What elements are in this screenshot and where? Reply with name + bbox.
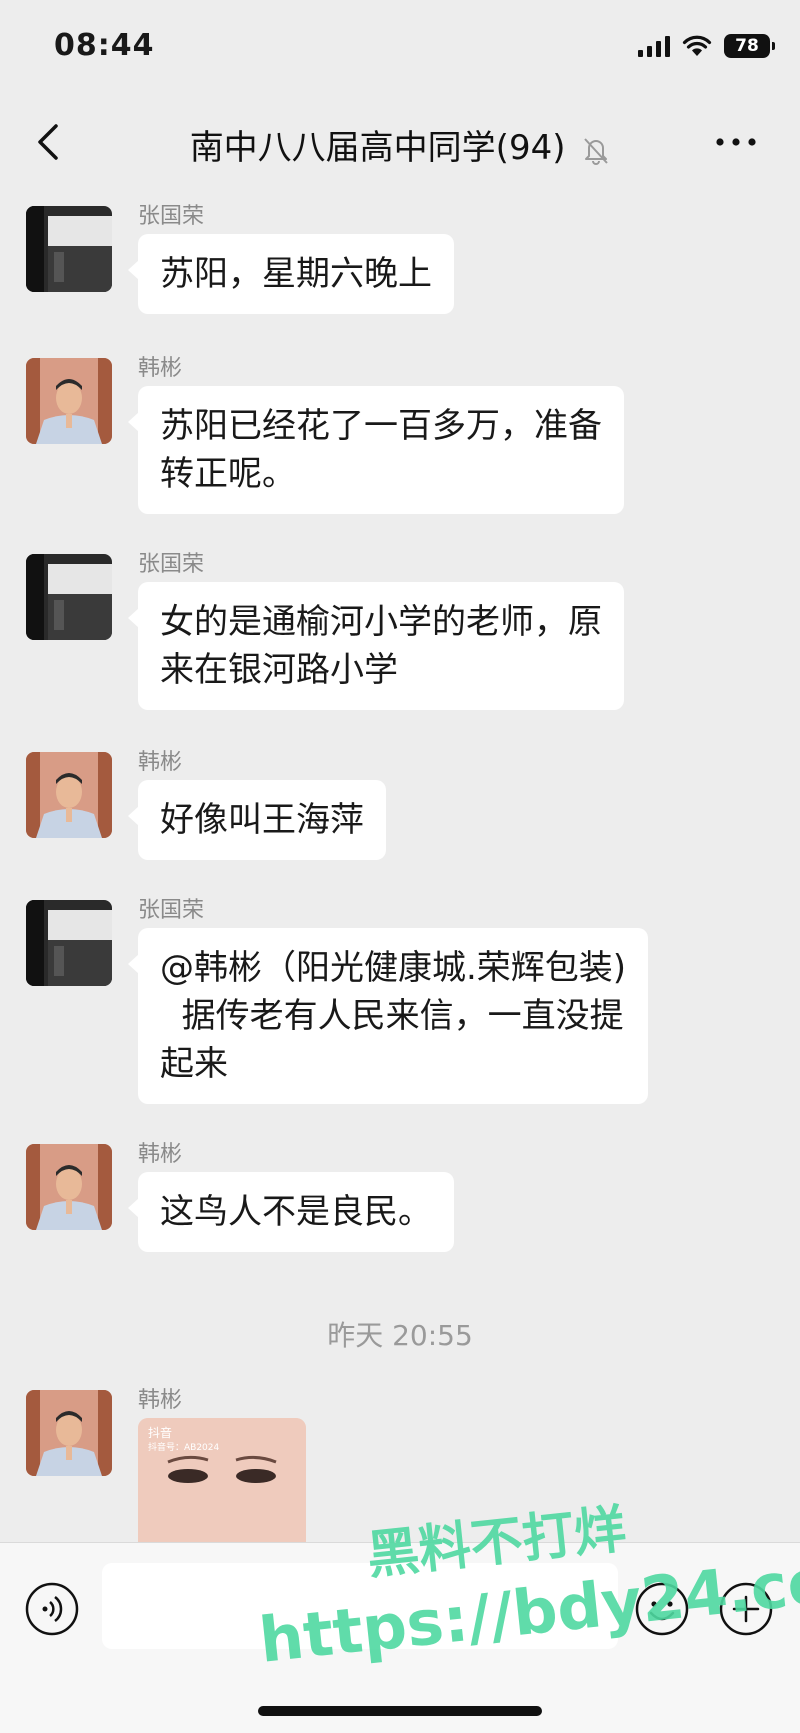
message-bubble[interactable]: 这鸟人不是良民。 <box>128 1172 454 1252</box>
status-icons: 78 <box>638 34 775 58</box>
voice-button[interactable] <box>24 1581 80 1637</box>
message-bubble[interactable]: 女的是通榆河小学的老师，原 来在银河路小学 <box>128 582 624 710</box>
sender-name: 韩彬 <box>138 750 183 775</box>
chat-area[interactable]: 张国荣 苏阳，星期六晚上 韩彬 苏阳已经花了一百多万，准备 转正呢。 张国荣 女… <box>0 184 800 1542</box>
battery-icon: 78 <box>724 34 775 58</box>
sender-name: 韩彬 <box>138 1388 183 1413</box>
sender-name: 张国荣 <box>138 552 205 577</box>
avatar[interactable] <box>26 1390 112 1476</box>
video-badge: 抖音 <box>148 1426 173 1440</box>
time-separator: 昨天 20:55 <box>327 1319 473 1352</box>
message-bubble[interactable]: 苏阳已经花了一百多万，准备 转正呢。 <box>128 386 624 514</box>
signal-icon <box>638 35 670 57</box>
wifi-icon <box>682 35 712 56</box>
more-button[interactable] <box>712 126 760 158</box>
chat-title-row: 南中八八届高中同学(94) <box>0 120 800 169</box>
sender-name: 韩彬 <box>138 356 183 381</box>
more-dots-icon <box>716 138 756 146</box>
video-thumbnail[interactable]: 抖音 抖音号：AB2024 <box>138 1418 306 1542</box>
sender-name: 张国荣 <box>138 204 205 229</box>
nav-bar: 南中八八届高中同学(94) <box>0 100 800 184</box>
avatar[interactable] <box>26 752 112 838</box>
avatar[interactable] <box>26 358 112 444</box>
message-bubble[interactable]: 苏阳，星期六晚上 <box>128 234 454 314</box>
message-bubble[interactable]: @韩彬（阳光健康城.荣辉包装) 据传老有人民来信，一直没提 起来 <box>127 928 649 1104</box>
video-id: 抖音号：AB2024 <box>148 1443 220 1453</box>
message-bubble[interactable]: 好像叫王海萍 <box>128 780 386 860</box>
sender-name: 韩彬 <box>138 1142 183 1167</box>
chat-title: 南中八八届高中同学(94) <box>189 128 566 168</box>
voice-icon <box>25 1582 79 1636</box>
sender-name: 张国荣 <box>138 898 205 923</box>
bell-off-icon <box>584 137 609 165</box>
status-time: 08:44 <box>54 28 155 63</box>
avatar[interactable] <box>26 554 112 640</box>
avatar[interactable] <box>26 206 112 292</box>
avatar[interactable] <box>26 900 112 986</box>
avatar[interactable] <box>26 1144 112 1230</box>
status-bar: 08:44 78 <box>0 0 800 100</box>
home-indicator <box>258 1706 542 1716</box>
